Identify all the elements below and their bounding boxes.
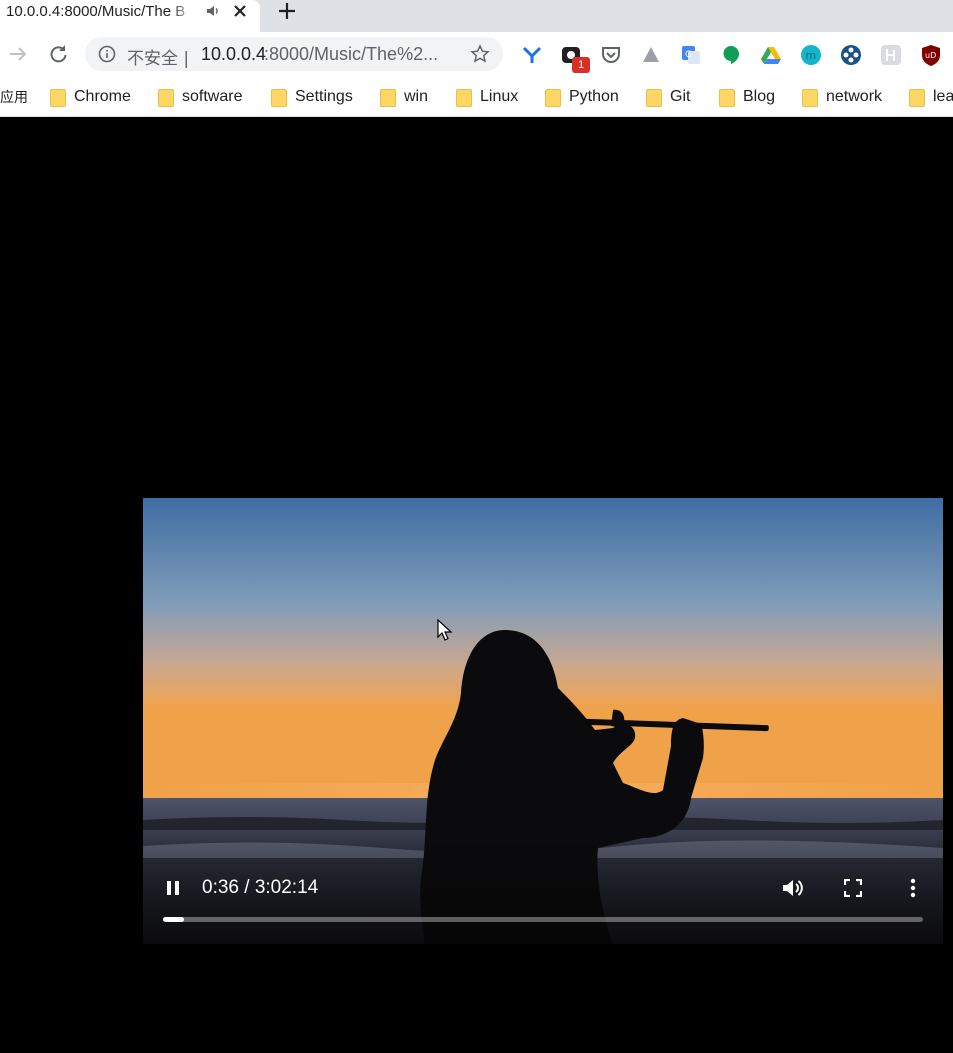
security-indicator[interactable]: 不安全 | [127, 44, 189, 69]
bookmark-folder[interactable]: Python [545, 83, 619, 111]
seek-bar[interactable] [163, 917, 923, 922]
mouse-cursor [437, 619, 453, 641]
bookmark-folder[interactable]: Git [646, 83, 690, 111]
folder-icon [545, 89, 561, 107]
folder-icon [380, 89, 396, 107]
y-ext-icon[interactable] [521, 44, 543, 66]
active-tab[interactable]: 10.0.0.4:8000/Music/The B [0, 0, 260, 32]
tab-title-fade [170, 0, 196, 28]
arrow-right-icon[interactable] [6, 42, 30, 66]
folder-icon [456, 89, 472, 107]
triangle-ext-icon[interactable] [640, 44, 662, 66]
url-path: :8000/Music/The%2... [264, 44, 439, 64]
bookmarks-bar: 应用 Chrome software Settings win Linux Py… [0, 77, 953, 117]
bookmark-folder[interactable]: network [802, 83, 882, 111]
url-host: 10.0.0.4 [201, 44, 267, 64]
folder-icon [271, 89, 287, 107]
google-drive-icon[interactable] [760, 44, 782, 66]
bookmark-folder[interactable]: Chrome [50, 83, 131, 111]
folder-icon [50, 89, 66, 107]
bookmark-folder[interactable]: Blog [719, 83, 775, 111]
plus-icon[interactable] [276, 0, 298, 22]
bookmark-folder[interactable]: software [158, 83, 242, 111]
bookmark-folder[interactable]: lea [909, 83, 953, 111]
close-icon[interactable] [230, 1, 250, 21]
hangouts-icon[interactable] [720, 44, 742, 66]
pause-icon[interactable] [163, 878, 183, 898]
bookmark-folder[interactable]: Linux [456, 83, 518, 111]
folder-icon [646, 89, 662, 107]
bookmark-folder[interactable]: win [380, 83, 428, 111]
seek-bar-progress [163, 917, 185, 922]
browser-toolbar: 不安全 | 10.0.0.4 :8000/Music/The%2... G m [0, 32, 953, 77]
time-display: 0:36 / 3:02:14 [202, 877, 319, 898]
apps-shortcut[interactable]: 应用 [0, 87, 28, 107]
tab-strip: 10.0.0.4:8000/Music/The B [0, 0, 953, 32]
fullscreen-icon[interactable] [844, 879, 862, 897]
m-ext-icon[interactable]: m [800, 44, 822, 66]
star-icon[interactable] [470, 44, 490, 64]
folder-icon [158, 89, 174, 107]
address-bar[interactable]: 不安全 | 10.0.0.4 :8000/Music/The%2... [85, 37, 503, 71]
folder-icon [719, 89, 735, 107]
character-ext-icon[interactable] [880, 44, 902, 66]
folder-icon [909, 89, 925, 107]
bookmark-folder[interactable]: Settings [271, 83, 353, 111]
extension-badge: 1 [572, 57, 590, 73]
speaker-icon[interactable] [205, 3, 221, 19]
pocket-icon[interactable] [600, 44, 622, 66]
svg-text:uD: uD [925, 51, 936, 60]
tab-title: 10.0.0.4:8000/Music/The B [6, 3, 186, 20]
network-ext-icon[interactable] [840, 44, 862, 66]
ublock-icon[interactable]: uD [920, 44, 942, 66]
more-vertical-icon[interactable] [908, 877, 918, 899]
reload-icon[interactable] [46, 42, 70, 66]
video-player[interactable]: 0:36 / 3:02:14 [143, 498, 943, 944]
svg-text:m: m [806, 49, 817, 62]
page-content: 0:36 / 3:02:14 [0, 118, 953, 1053]
info-icon[interactable] [98, 45, 116, 63]
svg-text:G: G [685, 50, 692, 60]
folder-icon [802, 89, 818, 107]
google-translate-icon[interactable]: G [680, 44, 702, 66]
volume-icon[interactable] [781, 877, 805, 899]
